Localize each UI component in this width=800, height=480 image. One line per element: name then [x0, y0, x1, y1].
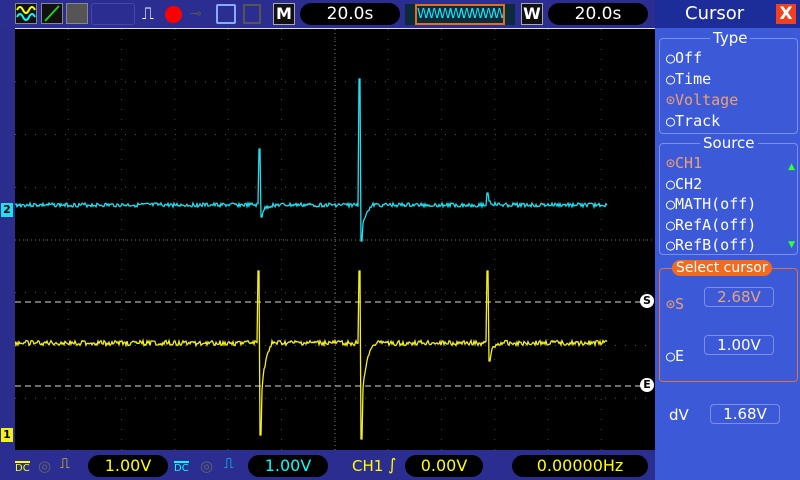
ch2-probe-icon: ⎍: [224, 456, 234, 472]
dv-label: dV: [669, 406, 689, 424]
radio-icon: ○: [666, 215, 676, 234]
source-option-ch2[interactable]: ○CH2: [666, 175, 702, 193]
option-label: RefB(off): [675, 236, 757, 254]
scroll-down-icon[interactable]: ▼: [788, 240, 795, 250]
cursor-s-value[interactable]: 2.68V: [704, 287, 774, 307]
ch2-scale[interactable]: 1.00V: [248, 455, 328, 477]
type-option-off[interactable]: ○Off: [666, 49, 702, 67]
radio-icon: ○: [666, 195, 676, 213]
ch1-probe-icon: ⎍: [60, 456, 70, 472]
ch2-marker: 2: [1, 203, 13, 217]
dv-value: 1.68V: [710, 404, 780, 424]
ch1-coupling[interactable]: DC: [15, 461, 30, 474]
print-icon[interactable]: [243, 4, 261, 24]
option-label: Time: [675, 70, 712, 88]
type-option-time[interactable]: ○Time: [666, 70, 711, 88]
type-title: Type: [710, 29, 751, 47]
option-label: CH1: [675, 154, 703, 172]
cursor-e-marker[interactable]: E: [640, 378, 654, 392]
ch2-coupling[interactable]: DC: [174, 461, 189, 474]
cursor-e-label: E: [675, 347, 685, 365]
option-label: CH2: [675, 174, 703, 193]
waveform-plot: [14, 29, 655, 451]
option-label: MATH(off): [675, 195, 757, 213]
ch1-scale[interactable]: 1.00V: [88, 455, 168, 477]
type-option-voltage[interactable]: ⊙Voltage: [666, 91, 738, 109]
window-time-label: W: [521, 3, 543, 25]
status-box: [91, 3, 135, 25]
radio-icon: ○: [666, 174, 676, 193]
cursor-s-option[interactable]: ⊙S: [666, 295, 684, 313]
main-time-label: M: [273, 3, 295, 25]
source-title: Source: [700, 134, 758, 152]
record-icon[interactable]: [165, 6, 182, 23]
select-cursor-group: Select cursor ⊙S 2.68V ○E 1.00V: [659, 260, 798, 382]
ch1-marker: 1: [1, 428, 13, 442]
trigger-source[interactable]: CH1: [352, 457, 383, 475]
cursor-e-value[interactable]: 1.00V: [704, 335, 774, 355]
trigger-level[interactable]: 0.00V: [405, 455, 483, 477]
source-option-refboff[interactable]: ○RefB(off): [666, 236, 756, 254]
run-icon[interactable]: ⎍: [142, 4, 154, 24]
option-label: Voltage: [675, 91, 739, 109]
save-icon[interactable]: [216, 4, 236, 24]
source-option-ch1[interactable]: ⊙CH1: [666, 154, 702, 172]
persist-icon[interactable]: [66, 3, 88, 24]
source-option-refaoff[interactable]: ○RefA(off): [666, 216, 756, 234]
window-timebase[interactable]: 20.0s: [548, 3, 648, 25]
type-group: Type ○Off ○Time ⊙Voltage ○Track: [659, 29, 798, 134]
ch1-trace: [14, 270, 608, 440]
status-bar: DC ◎ ⎍ 1.00V DC ◎ ⎍ 1.00V CH1 ∫ 0.00V 0.…: [0, 450, 655, 480]
select-cursor-title: Select cursor: [672, 260, 772, 276]
ch2-bw-icon: ◎: [200, 457, 214, 475]
trigger-edge-icon: ∫: [388, 455, 397, 474]
radio-icon: ○: [666, 112, 676, 130]
cursor-e-option[interactable]: ○E: [666, 347, 684, 365]
option-label: Off: [675, 49, 703, 67]
scroll-up-icon[interactable]: ▲: [788, 162, 795, 172]
type-option-track[interactable]: ○Track: [666, 112, 720, 130]
option-label: Track: [675, 112, 721, 130]
source-option-mathoff[interactable]: ○MATH(off): [666, 195, 756, 213]
option-label: RefA(off): [675, 215, 757, 234]
xy-mode-icon[interactable]: [41, 3, 63, 24]
radio-icon: ○: [666, 70, 676, 88]
waveform-icon[interactable]: [15, 3, 37, 24]
close-button[interactable]: X: [776, 4, 796, 24]
radio-icon: ○: [666, 236, 676, 254]
cursor-s-marker[interactable]: S: [640, 294, 654, 308]
radio-icon: ⊙: [666, 91, 676, 109]
menu-title: Cursor: [685, 3, 745, 24]
cursor-s-label: S: [675, 295, 685, 313]
toolbar: ⎍ ⊸ M 20.0s WWWWWWWW W 20.0s: [0, 0, 655, 28]
key-icon: ⊸: [190, 6, 202, 22]
radio-icon: ○: [666, 49, 676, 67]
waveform-display: [14, 28, 655, 451]
source-group: Source ⊙CH1 ○CH2 ○MATH(off) ○RefA(off) ○RefB…: [659, 134, 798, 255]
window-preview[interactable]: WWWWWWWW: [405, 4, 515, 25]
frequency-readout: 0.00000Hz: [512, 455, 648, 477]
main-timebase[interactable]: 20.0s: [300, 3, 400, 25]
ch1-bw-icon: ◎: [38, 457, 52, 475]
radio-icon: ⊙: [666, 154, 676, 172]
ch2-trace: [14, 78, 608, 242]
cursor-menu: Cursor X Type ○Off ○Time ⊙Voltage ○Track Sou…: [655, 0, 800, 480]
